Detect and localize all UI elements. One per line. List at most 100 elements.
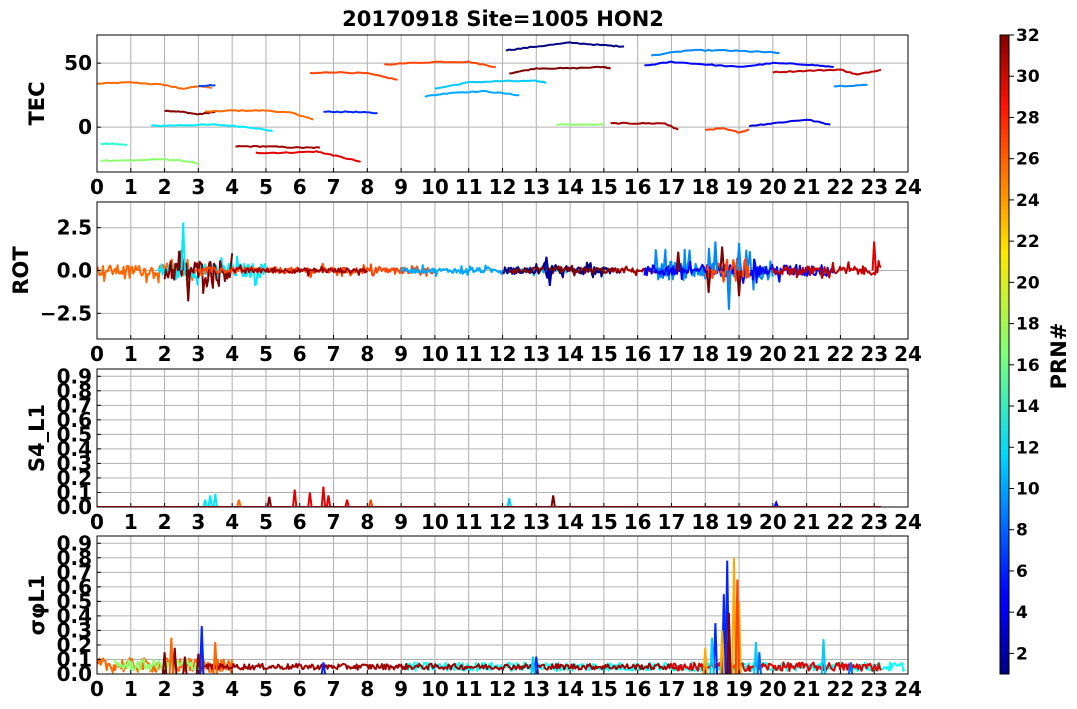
x-tick-label: 18 (691, 510, 719, 534)
colorbar-tick-label: 26 (1016, 150, 1040, 170)
x-ticks: 0 1 2 3 4 5 6 7 8 9 10 11 12 13 14 15 16 17 18 19 20 21 22 23 24 (90, 168, 922, 199)
x-tick-label: 2 (158, 510, 172, 534)
x-tick-label: 5 (259, 510, 273, 534)
x-tick-label: 7 (327, 510, 341, 534)
x-tick-label: 24 (894, 677, 922, 701)
x-tick-label: 4 (225, 510, 239, 534)
x-tick-label: 15 (590, 677, 618, 701)
colorbar-tick-label: 30 (1016, 67, 1040, 87)
colorbar-tick-label: 14 (1016, 397, 1040, 417)
x-tick-label: 19 (725, 510, 753, 534)
panel-s4: 0 1 2 3 4 5 6 7 8 9 10 11 12 13 14 15 16 17 18 19 20 21 22 23 24… (25, 364, 922, 534)
colorbar-gradient (999, 34, 1010, 675)
y-ticks: 0.90.80.70.60.50.40.30.20.10.0 (57, 364, 101, 519)
x-tick-label: 4 (225, 677, 239, 701)
x-tick-label: 12 (489, 175, 517, 199)
x-tick-label: 12 (489, 677, 517, 701)
y-axis-label: TEC (25, 81, 49, 125)
x-tick-label: 15 (590, 342, 618, 366)
x-tick-label: 1 (124, 677, 138, 701)
x-tick-label: 3 (191, 677, 205, 701)
y-tick-label: 0.0 (57, 495, 92, 519)
x-tick-label: 10 (421, 175, 449, 199)
x-tick-label: 11 (455, 510, 483, 534)
x-tick-label: 21 (793, 510, 821, 534)
x-tick-label: 18 (691, 677, 719, 701)
x-tick-label: 14 (556, 342, 584, 366)
colorbar-label: PRN# (1047, 323, 1071, 390)
x-tick-label: 16 (624, 677, 652, 701)
x-tick-label: 17 (658, 175, 686, 199)
x-tick-label: 16 (624, 510, 652, 534)
series-prn-7 (198, 83, 216, 88)
x-tick-label: 14 (556, 677, 584, 701)
x-tick-label: 13 (522, 677, 550, 701)
y-tick-label: −2.5 (40, 301, 92, 325)
y-axis-label: ROT (9, 246, 33, 295)
x-tick-label: 20 (759, 175, 787, 199)
x-tick-label: 18 (691, 342, 719, 366)
x-tick-label: 24 (894, 510, 922, 534)
colorbar-tick-label: 20 (1016, 273, 1040, 293)
x-tick-label: 24 (894, 342, 922, 366)
x-tick-label: 17 (658, 510, 686, 534)
x-ticks: 0 1 2 3 4 5 6 7 8 9 10 11 12 13 14 15 16 17 18 19 20 21 22 23 24 (90, 335, 922, 366)
x-tick-label: 0 (90, 510, 104, 534)
colorbar-tick-label: 6 (1016, 562, 1028, 582)
x-tick-label: 23 (860, 175, 888, 199)
y-axis-label: S4_L1 (25, 404, 49, 472)
x-tick-label: 11 (455, 677, 483, 701)
figure: 20170918 Site=1005 HON2 0 1 2 3 4 5 6 7 8 9 10 11 12… (9, 7, 1071, 701)
x-tick-label: 8 (360, 510, 374, 534)
x-tick-label: 21 (793, 342, 821, 366)
x-tick-label: 13 (522, 342, 550, 366)
x-ticks: 0 1 2 3 4 5 6 7 8 9 10 11 12 13 14 15 16 17 18 19 20 21 22 23 24 (90, 503, 922, 534)
x-tick-label: 20 (759, 677, 787, 701)
x-tick-label: 14 (556, 175, 584, 199)
x-tick-label: 0 (90, 175, 104, 199)
colorbar-tick-label: 22 (1016, 232, 1040, 252)
x-tick-label: 9 (394, 175, 408, 199)
x-tick-label: 10 (421, 342, 449, 366)
x-tick-label: 22 (826, 175, 854, 199)
x-tick-label: 6 (293, 677, 307, 701)
y-tick-label: 50 (64, 51, 92, 75)
x-tick-label: 16 (624, 342, 652, 366)
colorbar-tick-label: 32 (1016, 26, 1040, 46)
x-tick-label: 9 (394, 342, 408, 366)
x-tick-label: 11 (455, 342, 483, 366)
panel-rot: 0 1 2 3 4 5 6 7 8 9 10 11 12 13 14 15 16 17 18 19 20 21 22 23 24… (9, 201, 922, 366)
x-tick-label: 7 (327, 677, 341, 701)
x-tick-label: 18 (691, 175, 719, 199)
x-tick-label: 22 (826, 677, 854, 701)
x-tick-label: 2 (158, 342, 172, 366)
x-tick-label: 12 (489, 342, 517, 366)
y-ticks: 0.90.80.70.60.50.40.30.20.10.0 (57, 531, 101, 686)
y-tick-label: 0.0 (57, 259, 92, 283)
y-ticks: 2.5 0.0 −2.5 (40, 216, 101, 325)
x-tick-label: 6 (293, 175, 307, 199)
x-tick-label: 4 (225, 175, 239, 199)
x-tick-label: 23 (860, 677, 888, 701)
x-tick-label: 7 (327, 342, 341, 366)
x-tick-label: 6 (293, 342, 307, 366)
x-tick-label: 2 (158, 677, 172, 701)
colorbar-tick-label: 28 (1016, 108, 1040, 128)
y-tick-label: 0 (78, 115, 92, 139)
x-tick-label: 3 (191, 342, 205, 366)
x-tick-label: 11 (455, 175, 483, 199)
x-tick-label: 0 (90, 677, 104, 701)
x-tick-label: 16 (624, 175, 652, 199)
x-tick-label: 7 (327, 175, 341, 199)
x-tick-label: 10 (421, 677, 449, 701)
y-ticks: 50 0 (64, 51, 101, 139)
x-ticks: 0 1 2 3 4 5 6 7 8 9 10 11 12 13 14 15 16 17 18 19 20 21 22 23 24 (90, 670, 922, 701)
x-tick-label: 3 (191, 175, 205, 199)
x-tick-label: 1 (124, 342, 138, 366)
x-tick-label: 14 (556, 510, 584, 534)
colorbar-tick-label: 8 (1016, 521, 1028, 541)
x-tick-label: 3 (191, 510, 205, 534)
x-tick-label: 6 (293, 510, 307, 534)
x-tick-label: 24 (894, 175, 922, 199)
colorbar-tick-label: 12 (1016, 438, 1040, 458)
